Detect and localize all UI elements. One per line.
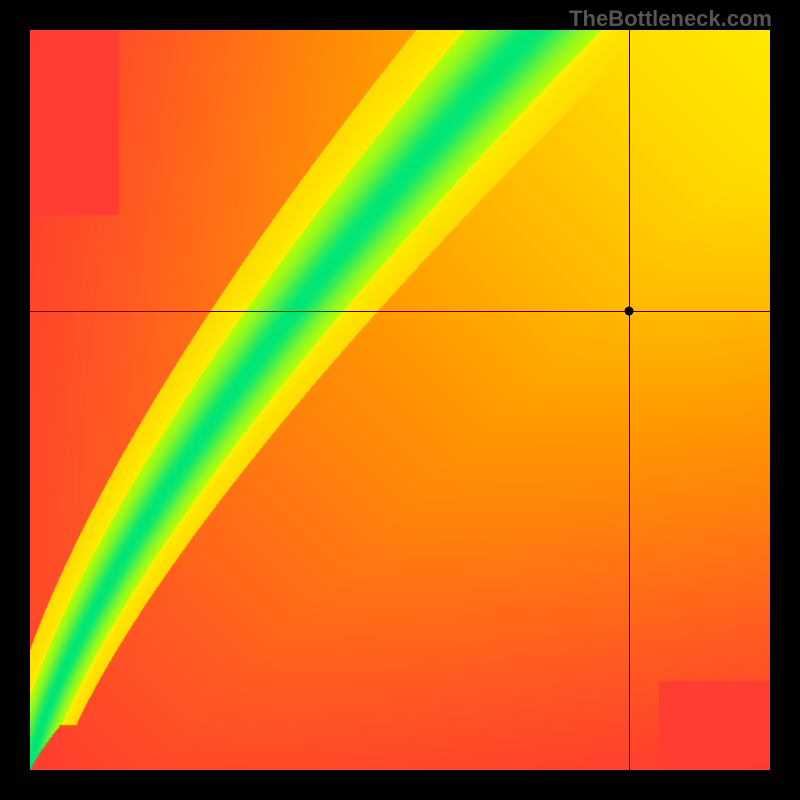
heatmap-plot <box>30 30 770 770</box>
chart-container: TheBottleneck.com <box>0 0 800 800</box>
watermark-text: TheBottleneck.com <box>569 6 772 32</box>
heatmap-canvas <box>30 30 770 770</box>
